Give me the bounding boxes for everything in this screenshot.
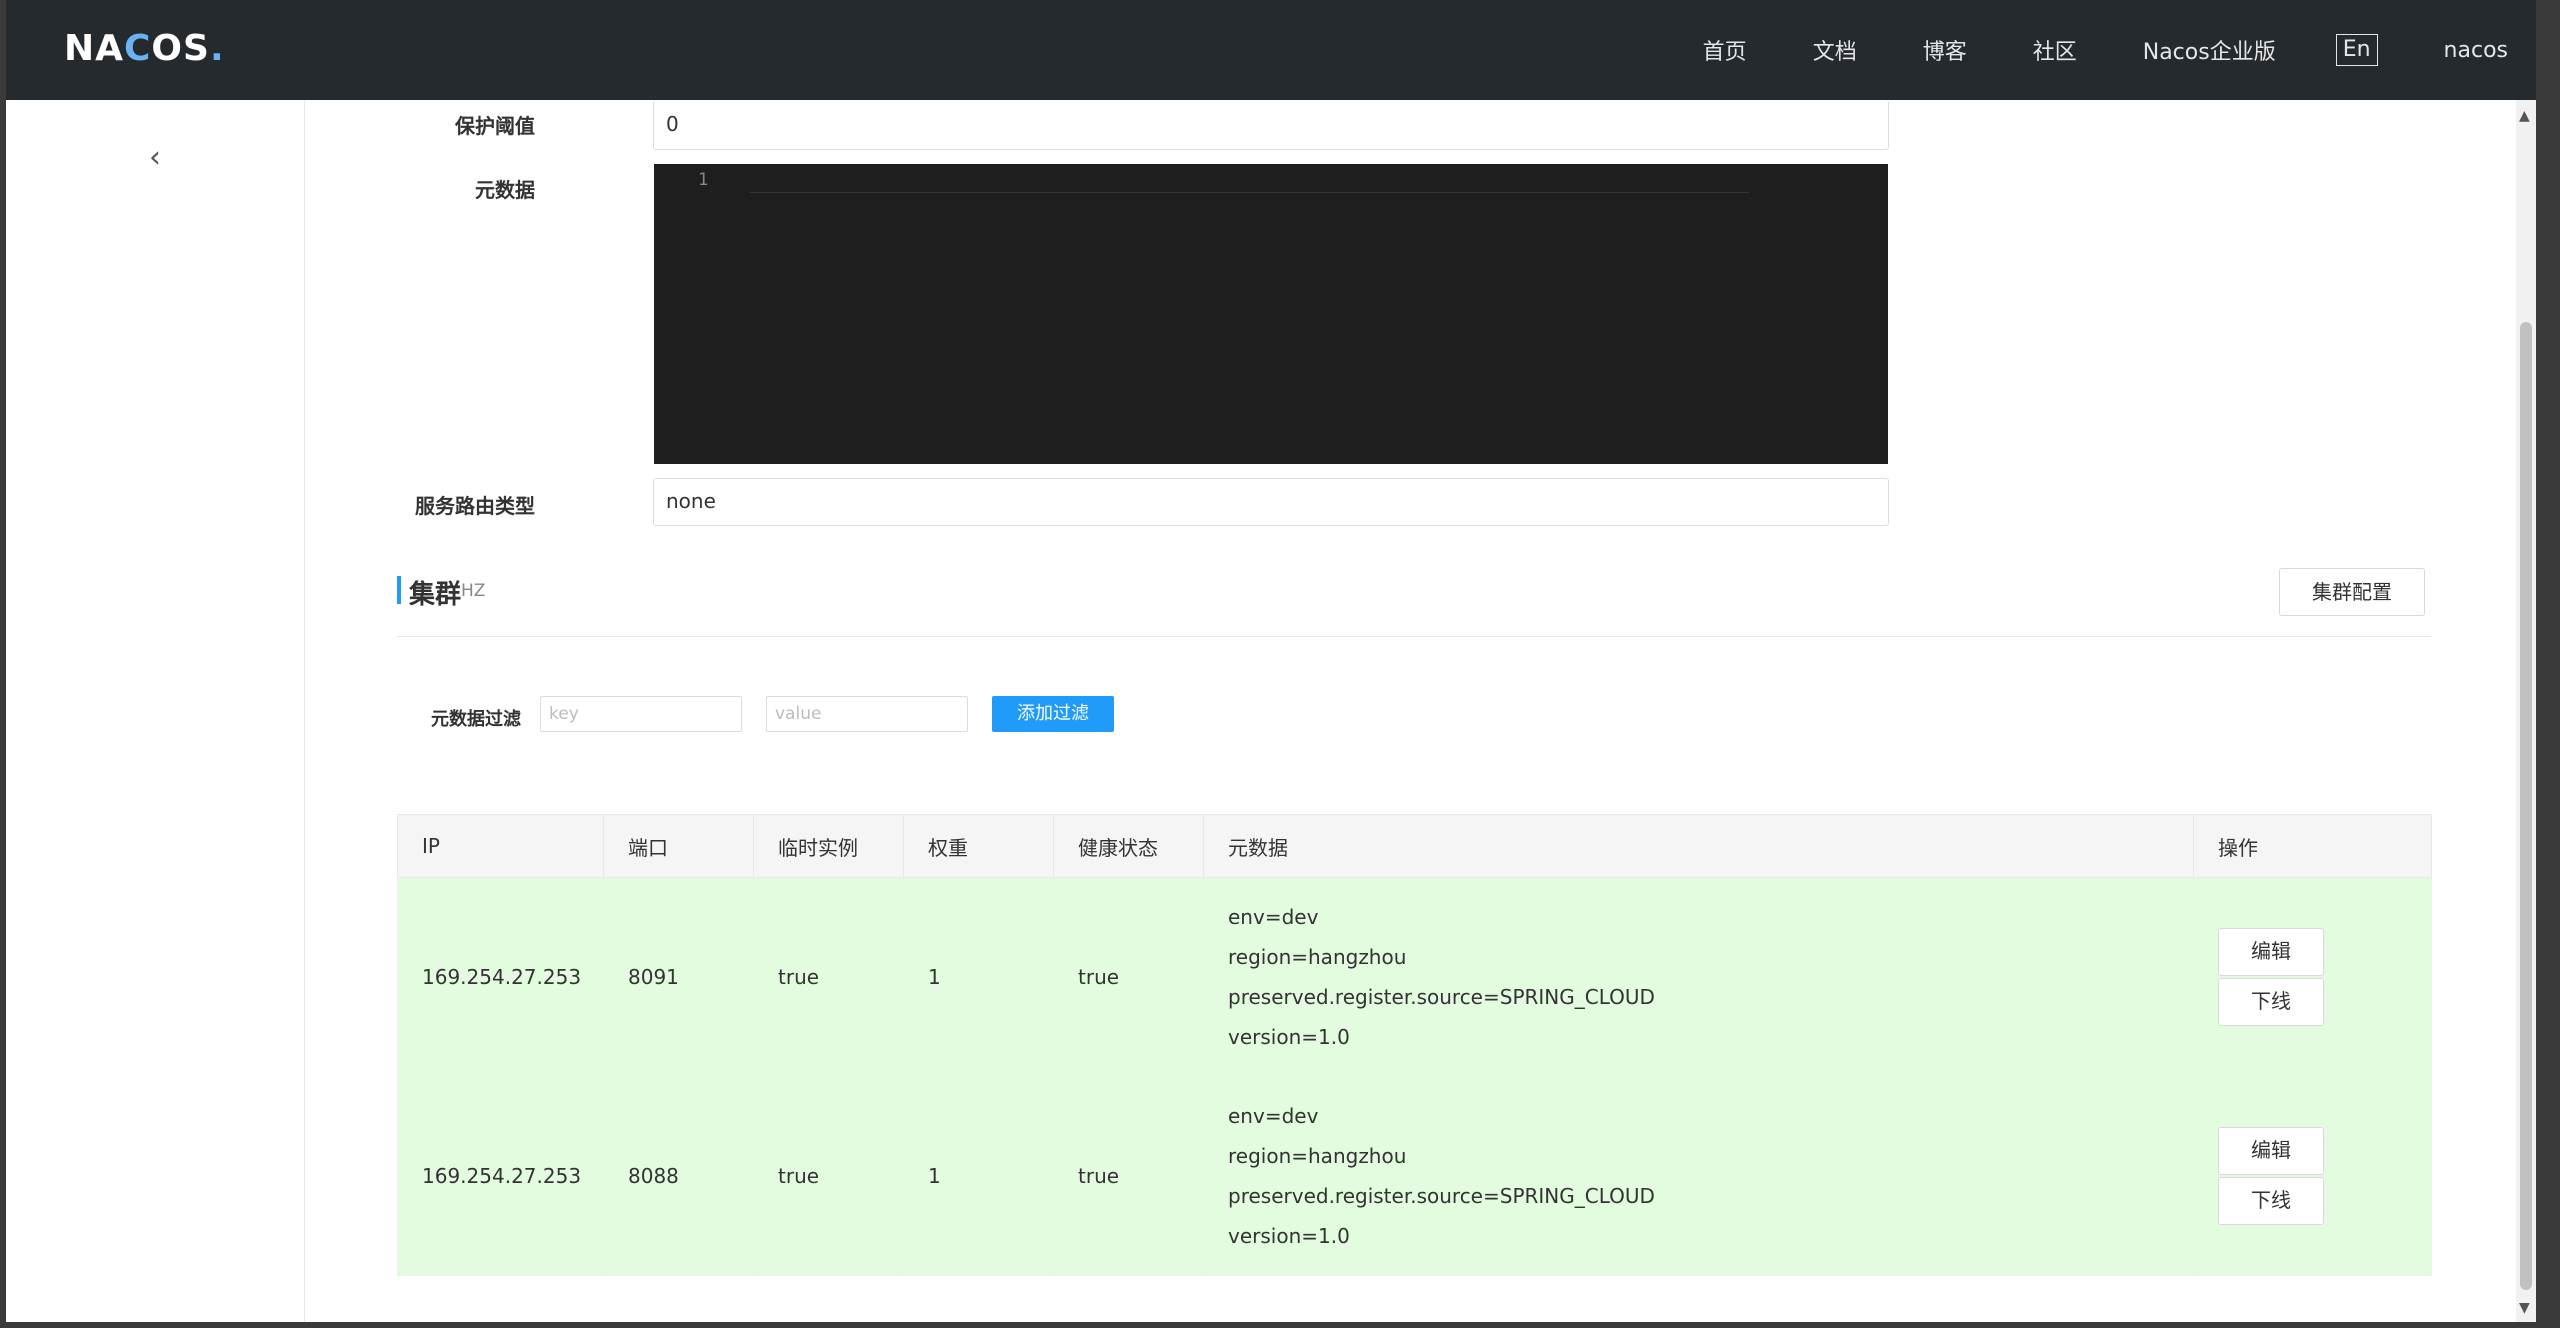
section-accent-bar xyxy=(397,576,401,604)
metadata-code-editor[interactable]: 1 xyxy=(654,164,1888,464)
metadata-line: version=1.0 xyxy=(1228,1224,1350,1248)
cell-ephemeral: true xyxy=(753,1076,904,1276)
cell-weight: 1 xyxy=(903,877,1054,1077)
col-weight: 权重 xyxy=(903,814,1054,878)
add-filter-button[interactable]: 添加过滤 xyxy=(992,696,1114,732)
nav-menu: 首页 文档 博客 社区 Nacos企业版 En nacos xyxy=(1637,0,2508,100)
top-navbar: NACOS. 首页 文档 博客 社区 Nacos企业版 En nacos xyxy=(6,0,2536,100)
filter-value-input[interactable]: value xyxy=(766,696,968,732)
page-scrollbar[interactable]: ▲ ▼ xyxy=(2516,100,2536,1322)
instances-table: IP 端口 临时实例 权重 健康状态 元数据 操作 169.254.27.253… xyxy=(397,814,2432,1276)
table-row: 169.254.27.253 8091 true 1 true env=dev … xyxy=(397,877,2432,1077)
nav-home[interactable]: 首页 xyxy=(1703,34,1747,66)
user-menu[interactable]: nacos xyxy=(2444,38,2508,63)
col-ephemeral: 临时实例 xyxy=(753,814,904,878)
cell-metadata: env=dev region=hangzhou preserved.regist… xyxy=(1203,1076,2194,1276)
edit-instance-button[interactable]: 编辑 xyxy=(2218,928,2324,976)
protect-threshold-label: 保护阈值 xyxy=(455,114,535,138)
metadata-line: region=hangzhou xyxy=(1228,945,1407,969)
cell-ephemeral: true xyxy=(753,877,904,1077)
editor-gutter xyxy=(654,164,724,464)
nav-blog[interactable]: 博客 xyxy=(1923,34,1967,66)
scroll-up-icon[interactable]: ▲ xyxy=(2519,108,2530,124)
edit-instance-button[interactable]: 编辑 xyxy=(2218,1127,2324,1175)
sidebar: ‹ xyxy=(6,100,305,1322)
cell-ip: 169.254.27.253 xyxy=(397,1076,604,1276)
protect-threshold-input[interactable]: 0 xyxy=(653,100,1889,150)
offline-instance-button[interactable]: 下线 xyxy=(2218,978,2324,1026)
metadata-line: version=1.0 xyxy=(1228,1025,1350,1049)
cell-metadata: env=dev region=hangzhou preserved.regist… xyxy=(1203,877,2194,1077)
scroll-down-icon[interactable]: ▼ xyxy=(2519,1300,2530,1316)
editor-line-number: 1 xyxy=(698,170,709,190)
offline-instance-button[interactable]: 下线 xyxy=(2218,1177,2324,1225)
metadata-line: env=dev xyxy=(1228,905,1319,929)
cluster-title: 集群 xyxy=(409,580,462,610)
nav-enterprise[interactable]: Nacos企业版 xyxy=(2143,34,2276,66)
metadata-filter-label: 元数据过滤 xyxy=(431,709,521,730)
nav-community[interactable]: 社区 xyxy=(2033,34,2077,66)
col-health: 健康状态 xyxy=(1053,814,1204,878)
cell-health: true xyxy=(1053,1076,1204,1276)
col-port: 端口 xyxy=(603,814,754,878)
section-divider xyxy=(397,636,2431,637)
language-switch-button[interactable]: En xyxy=(2335,34,2378,66)
route-type-label: 服务路由类型 xyxy=(415,494,535,518)
editor-current-line xyxy=(749,166,1749,193)
table-header-row: IP 端口 临时实例 权重 健康状态 元数据 操作 xyxy=(397,814,2432,878)
nacos-logo[interactable]: NACOS. xyxy=(64,28,225,69)
route-type-input[interactable]: none xyxy=(653,478,1889,526)
col-metadata: 元数据 xyxy=(1203,814,2194,878)
cluster-config-button[interactable]: 集群配置 xyxy=(2279,568,2425,616)
cell-port: 8091 xyxy=(603,877,754,1077)
cell-actions: 编辑 下线 xyxy=(2193,1076,2432,1276)
metadata-line: env=dev xyxy=(1228,1104,1319,1128)
filter-key-input[interactable]: key xyxy=(540,696,742,732)
cell-weight: 1 xyxy=(903,1076,1054,1276)
service-detail-content: 保护阈值 0 元数据 1 服务路由类型 none 集群 HZ 集群配置 元数据过… xyxy=(305,100,2505,1322)
metadata-line: region=hangzhou xyxy=(1228,1144,1407,1168)
browser-window: NACOS. 首页 文档 博客 社区 Nacos企业版 En nacos ‹ 保… xyxy=(6,0,2536,1322)
metadata-line: preserved.register.source=SPRING_CLOUD xyxy=(1228,985,1655,1009)
metadata-line: preserved.register.source=SPRING_CLOUD xyxy=(1228,1184,1655,1208)
cell-actions: 编辑 下线 xyxy=(2193,877,2432,1077)
chevron-left-icon[interactable]: ‹ xyxy=(149,140,161,175)
col-actions: 操作 xyxy=(2193,814,2432,878)
cell-health: true xyxy=(1053,877,1204,1077)
table-row: 169.254.27.253 8088 true 1 true env=dev … xyxy=(397,1076,2432,1276)
col-ip: IP xyxy=(397,814,604,878)
metadata-label: 元数据 xyxy=(475,178,535,202)
scrollbar-thumb[interactable] xyxy=(2520,322,2532,1290)
cluster-name: HZ xyxy=(461,581,486,601)
nav-docs[interactable]: 文档 xyxy=(1813,34,1857,66)
cell-ip: 169.254.27.253 xyxy=(397,877,604,1077)
cell-port: 8088 xyxy=(603,1076,754,1276)
